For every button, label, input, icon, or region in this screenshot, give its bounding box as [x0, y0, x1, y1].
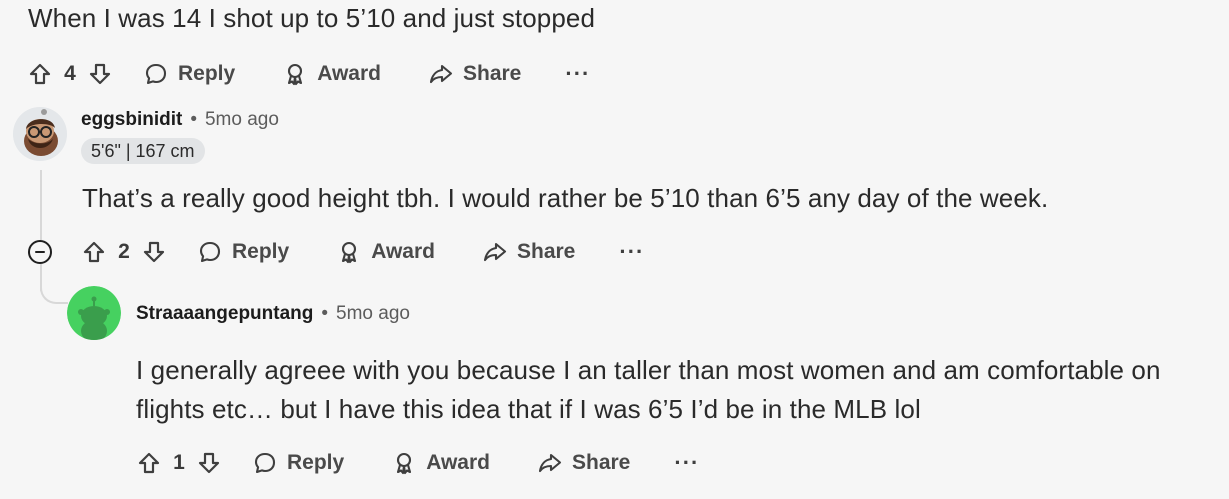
timestamp[interactable]: 5mo ago: [205, 109, 279, 131]
more-options-button[interactable]: ···: [565, 61, 590, 87]
username[interactable]: eggsbinidit: [81, 109, 182, 131]
more-options-button[interactable]: ···: [619, 239, 644, 265]
share-label: Share: [463, 62, 522, 85]
avatar[interactable]: [13, 107, 67, 161]
award-button[interactable]: Award: [283, 62, 381, 86]
award-icon: [397, 452, 412, 475]
award-icon: [288, 63, 303, 86]
reply-label: Reply: [232, 240, 290, 263]
reply-label: Reply: [178, 62, 236, 85]
vote-count: 4: [64, 62, 76, 85]
share-button[interactable]: Share: [429, 62, 521, 86]
award-button[interactable]: Award: [392, 451, 490, 475]
share-label: Share: [517, 240, 576, 263]
timestamp[interactable]: 5mo ago: [336, 303, 410, 325]
reply-1-header: eggsbinidit • 5mo ago: [81, 108, 279, 132]
share-icon: [429, 64, 453, 84]
avatar[interactable]: [67, 286, 121, 340]
downvote-icon[interactable]: [195, 449, 223, 477]
reply-2-header: Straaaangepuntang • 5mo ago: [136, 302, 410, 326]
share-label: Share: [572, 451, 631, 474]
award-button[interactable]: Award: [337, 240, 435, 264]
meta-separator: •: [321, 303, 329, 324]
vote-count: 2: [118, 240, 130, 263]
share-icon: [538, 453, 562, 473]
share-button[interactable]: Share: [538, 451, 630, 475]
reply-2-text-line-1: I generally agreee with you because I an…: [136, 355, 1161, 385]
reply-button[interactable]: Reply: [144, 62, 235, 86]
reply-label: Reply: [287, 451, 345, 474]
chat-bubble-icon: [145, 63, 167, 85]
award-icon: [342, 241, 357, 264]
award-label: Award: [426, 451, 490, 474]
award-label: Award: [317, 62, 381, 85]
top-comment-text: When I was 14 I shot up to 5’10 and just…: [28, 3, 596, 33]
downvote-icon[interactable]: [140, 238, 168, 266]
upvote-icon[interactable]: [80, 238, 108, 266]
vote-count: 1: [173, 451, 185, 474]
user-flair: 5'6" | 167 cm: [81, 138, 205, 164]
reply-button[interactable]: Reply: [253, 451, 344, 475]
thread-line-reply-1: [40, 170, 42, 240]
top-comment-vote-group: 4: [26, 60, 114, 88]
username[interactable]: Straaaangepuntang: [136, 303, 313, 325]
reply-2-vote-group: 1: [135, 449, 223, 477]
more-options-button[interactable]: ···: [674, 450, 699, 476]
top-comment-actions: 4 Reply Award Share ···: [26, 54, 590, 94]
award-label: Award: [371, 240, 435, 263]
thread-curve: [40, 264, 68, 304]
avatar-snoo-icon: [13, 107, 67, 161]
reply-1-actions: 2 Reply Award Share ···: [80, 232, 644, 272]
upvote-icon[interactable]: [26, 60, 54, 88]
meta-separator: •: [190, 109, 197, 130]
collapse-thread-button[interactable]: [28, 240, 52, 264]
share-icon: [483, 242, 507, 262]
reply-button[interactable]: Reply: [198, 240, 289, 264]
reply-2-text-line-2: flights etc… but I have this idea that i…: [136, 394, 921, 424]
downvote-icon[interactable]: [86, 60, 114, 88]
chat-bubble-icon: [199, 241, 221, 263]
reply-2-actions: 1 Reply Award Share ···: [135, 443, 699, 483]
avatar-snoo-icon: [67, 286, 121, 340]
upvote-icon[interactable]: [135, 449, 163, 477]
reply-1-text: That’s a really good height tbh. I would…: [82, 183, 1049, 213]
share-button[interactable]: Share: [483, 240, 575, 264]
reply-1-vote-group: 2: [80, 238, 168, 266]
chat-bubble-icon: [254, 452, 276, 474]
